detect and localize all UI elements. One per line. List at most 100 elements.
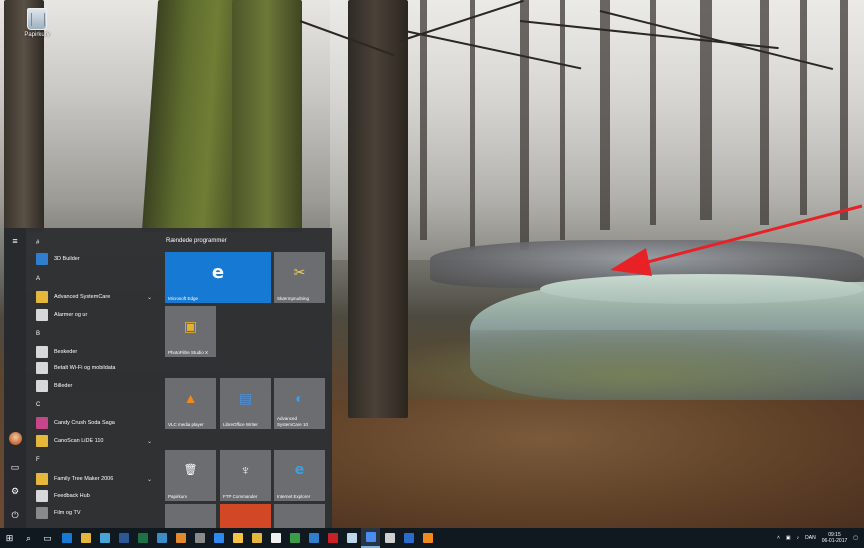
wifi-icon [36, 362, 48, 374]
taskbar-app-red-app-icon[interactable] [323, 528, 342, 548]
taskbar-app-word-icon[interactable] [114, 528, 133, 548]
start-menu: ≡ ▭ ⚙ ⏻ #3D Builder A Advanced SystemCare ⌄… [4, 228, 332, 528]
app-list-letter-header[interactable]: B [30, 327, 156, 341]
search-icon[interactable]: ⌕ [19, 528, 38, 548]
taskbar-app-camera-icon[interactable] [380, 528, 399, 548]
app-icon-glyph [270, 533, 281, 543]
tile-advanced-systemcare[interactable]: ◐ Advanced SystemCare 10 [274, 378, 325, 429]
app-icon-glyph [61, 533, 72, 543]
taskbar-app-browser-2-icon[interactable] [399, 528, 418, 548]
app-list-item-label: Feedback Hub [54, 493, 90, 499]
notifications-icon[interactable]: ▢ [853, 535, 858, 541]
taskbar-app-photo-app-icon[interactable] [190, 528, 209, 548]
wallpaper-tree [600, 0, 610, 230]
wallpaper-tree [560, 0, 565, 240]
recycle-bin-icon [27, 8, 47, 30]
tile-vlc[interactable]: ▲ VLC media player [165, 378, 216, 429]
messages-icon [36, 346, 48, 358]
settings-icon[interactable]: ⚙ [8, 484, 22, 498]
app-icon-glyph [365, 532, 376, 542]
tile-partial-powerpoint[interactable] [220, 504, 271, 528]
taskbar-app-photos-icon[interactable] [152, 528, 171, 548]
documents-icon[interactable]: ▭ [8, 460, 22, 474]
app-icon-glyph [137, 533, 148, 543]
app-list-item-label: F [36, 457, 40, 463]
wallpaper-tree [800, 0, 807, 215]
photos-icon [36, 380, 48, 392]
language-indicator[interactable]: DAN [805, 535, 816, 541]
photofiltre-icon: ▣ [183, 318, 198, 335]
app-list-item[interactable]: CanoScan LiDE 110 ⌄ [30, 434, 156, 448]
tile-recycle-bin[interactable]: 🗑 Papirkurv [165, 450, 216, 501]
app-icon-glyph [346, 533, 357, 543]
app-list-item[interactable]: Candy Crush Soda Saga [30, 416, 156, 430]
app-list-item[interactable]: 3D Builder [30, 252, 156, 266]
app-list-item[interactable]: Alarmer og ur [30, 308, 156, 322]
taskbar-app-green-app-icon[interactable] [285, 528, 304, 548]
tiles-group-heading: Rændede programmer [166, 238, 227, 244]
tile-libreoffice-writer[interactable]: ▤ LibreOffice Writer [220, 378, 271, 429]
taskbar-app-folder-2-icon[interactable] [247, 528, 266, 548]
app-list-letter-header[interactable]: F [30, 453, 156, 467]
hamburger-icon[interactable]: ≡ [8, 234, 22, 248]
app-list-letter-header[interactable]: A [30, 272, 156, 286]
taskbar-pinned-apps [57, 528, 437, 548]
network-icon[interactable]: ▣ [786, 535, 791, 541]
app-list-item-label: CanoScan LiDE 110 [54, 438, 104, 444]
folder-icon [36, 435, 48, 447]
taskbar-app-sticky-icon[interactable] [228, 528, 247, 548]
taskbar-app-excel-icon[interactable] [133, 528, 152, 548]
taskbar-app-explorer-icon[interactable] [76, 528, 95, 548]
tile-microsoft-edge[interactable]: e Microsoft Edge [165, 252, 271, 303]
app-icon-glyph [403, 533, 414, 543]
taskbar-app-chrome-icon[interactable] [361, 528, 380, 548]
windows-start-icon[interactable]: ⊞ [0, 528, 19, 548]
start-menu-rail: ≡ ▭ ⚙ ⏻ [4, 228, 26, 528]
film-icon [36, 507, 48, 519]
taskbar-app-doc-icon[interactable] [266, 528, 285, 548]
taskbar-app-paint-icon[interactable] [95, 528, 114, 548]
tile-ftp-commander[interactable]: ♆ FTP Commander [220, 450, 271, 501]
app-list-letter-header[interactable]: C [30, 398, 156, 412]
tile-photofiltre[interactable]: ▣ PhotoFiltre Studio X [165, 306, 216, 357]
desktop-icon-recycle-bin[interactable]: Papirkurv [18, 8, 56, 38]
app-list-item-label: C [36, 402, 41, 408]
tile-label: Papirkurv [168, 493, 188, 499]
wallpaper-tree [840, 0, 848, 220]
app-list-item[interactable]: Beskeder [30, 345, 156, 359]
tile-snipping-tool[interactable]: ✂ Skærmprudning [274, 252, 325, 303]
task-view-icon[interactable]: ▭ [38, 528, 57, 548]
app-list-item[interactable]: Betalt Wi-Fi og mobildata [30, 361, 156, 375]
wallpaper-mist [330, 0, 864, 260]
app-list-item-label: Family Tree Maker 2006 [54, 476, 114, 482]
app-list-item[interactable]: Film og TV [30, 506, 156, 520]
app-icon-glyph [422, 533, 433, 543]
taskbar-app-blue-app-icon[interactable] [304, 528, 323, 548]
wallpaper-pond-ice [540, 274, 864, 304]
volume-icon[interactable]: ♪ [797, 535, 800, 541]
clock[interactable]: 09:15 06-01-2017 [822, 532, 848, 544]
tile-internet-explorer[interactable]: e Internet Explorer [274, 450, 325, 501]
taskbar-app-store-icon[interactable] [209, 528, 228, 548]
app-icon-glyph [194, 533, 205, 543]
user-avatar-icon[interactable] [9, 432, 22, 445]
app-list-item[interactable]: Advanced SystemCare ⌄ [30, 290, 156, 304]
chevron-up-icon[interactable]: ˄ [777, 535, 780, 541]
app-list-letter-header[interactable]: # [30, 236, 156, 250]
tile-partial[interactable] [165, 504, 216, 528]
tile-label: PhotoFiltre Studio X [168, 349, 209, 355]
systemcare-icon: ◐ [295, 390, 304, 407]
taskbar-app-edge-icon[interactable] [57, 528, 76, 548]
taskbar-app-vlc-task-icon[interactable] [418, 528, 437, 548]
alarm-icon [36, 309, 48, 321]
tile-partial[interactable] [274, 504, 325, 528]
app-list-item[interactable]: Family Tree Maker 2006 ⌄ [30, 472, 156, 486]
clock-date: 06-01-2017 [821, 538, 848, 544]
tile-label: Skærmprudning [277, 295, 310, 301]
app-list-item[interactable]: Billeder [30, 379, 156, 393]
app-icon-glyph [156, 533, 167, 543]
app-list-item[interactable]: Feedback Hub [30, 489, 156, 503]
power-icon[interactable]: ⏻ [8, 508, 22, 522]
taskbar-app-app-orange-icon[interactable] [171, 528, 190, 548]
taskbar-app-notepad-icon[interactable] [342, 528, 361, 548]
